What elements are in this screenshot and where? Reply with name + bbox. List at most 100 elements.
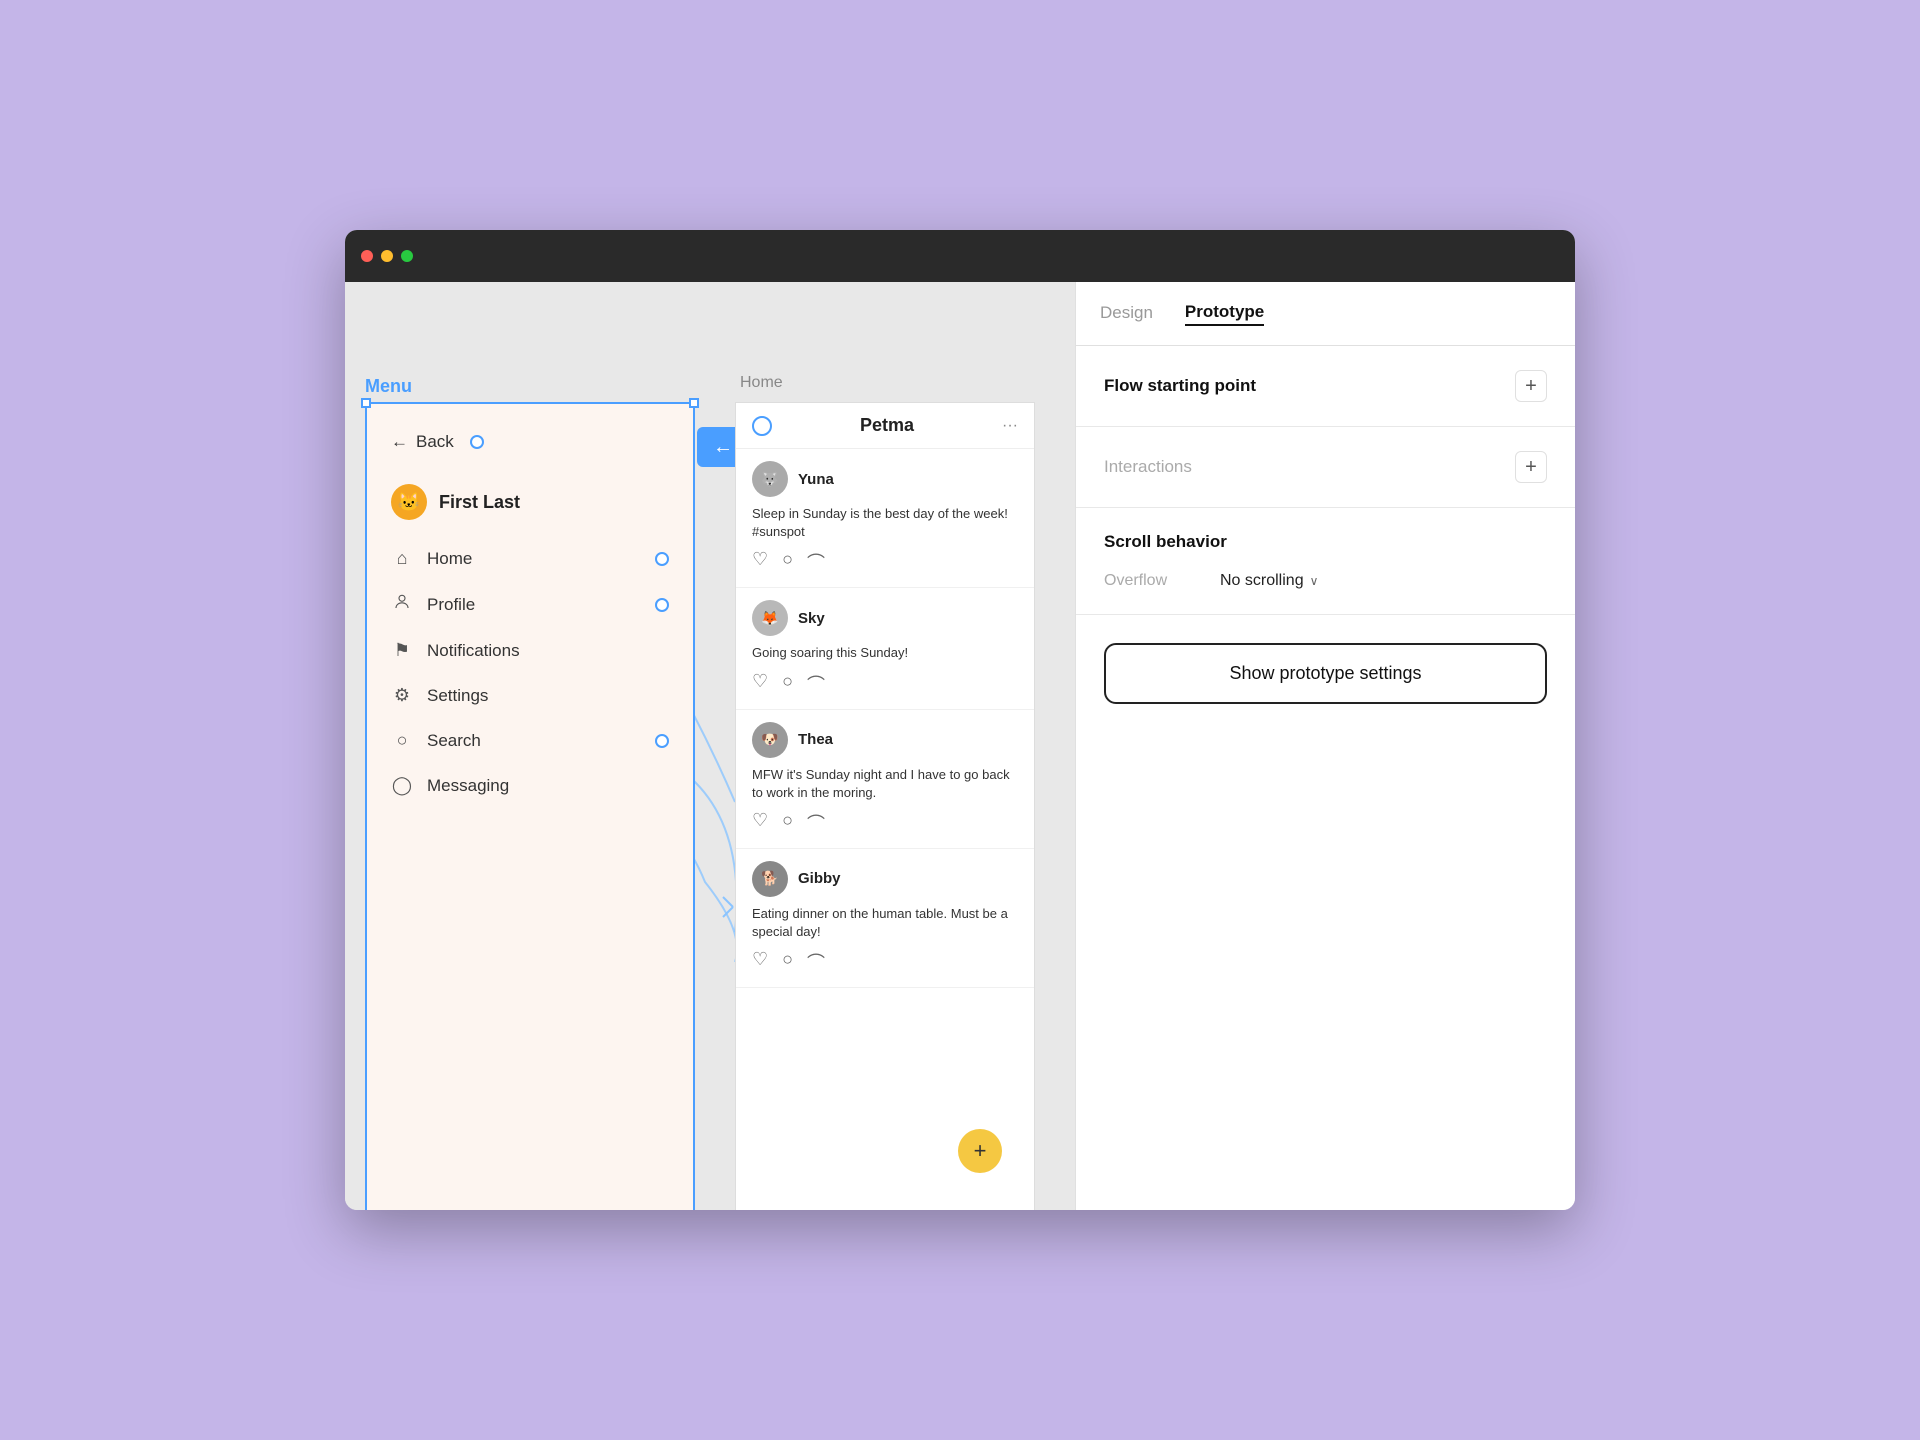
nav-item-settings[interactable]: ⚙ Settings <box>391 685 669 706</box>
nav-label-profile: Profile <box>427 595 475 615</box>
nav-connection-profile <box>655 598 669 612</box>
notifications-icon: ⚑ <box>391 640 413 661</box>
nav-item-messaging[interactable]: ◯ Messaging <box>391 775 669 796</box>
fab-button[interactable]: + <box>958 1129 1002 1173</box>
like-icon[interactable]: ♡ <box>752 549 768 575</box>
nav-label-settings: Settings <box>427 686 488 706</box>
username: First Last <box>439 492 520 513</box>
post-actions-sky: ♡ ○ ⌒ <box>752 671 1018 697</box>
bookmark-icon-sky[interactable]: ⌒ <box>807 671 825 697</box>
post-header-sky: 🦊 Sky <box>752 600 1018 636</box>
bookmark-icon-thea[interactable]: ⌒ <box>807 810 825 836</box>
post-item-yuna: 🐺 Yuna Sleep in Sunday is the best day o… <box>736 449 1034 588</box>
nav-connection-home <box>655 552 669 566</box>
panel-tabs: Design Prototype <box>1076 282 1575 346</box>
overflow-row: Overflow No scrolling ∨ <box>1104 572 1547 590</box>
canvas-area: Home Menu ← Back ← <box>345 282 1075 1210</box>
post-item-thea: 🐶 Thea MFW it's Sunday night and I have … <box>736 710 1034 849</box>
post-username-gibby: Gibby <box>798 870 841 887</box>
app-window: Home Menu ← Back ← <box>345 230 1575 1210</box>
show-prototype-settings-button[interactable]: Show prototype settings <box>1104 643 1547 704</box>
minimize-dot[interactable] <box>381 250 393 262</box>
back-label: Back <box>416 432 454 452</box>
comment-icon-thea[interactable]: ○ <box>782 810 793 836</box>
nav-label-search: Search <box>427 731 481 751</box>
flow-starting-point-title: Flow starting point <box>1104 376 1256 396</box>
menu-content: ← Back ← 🐱 First Last ⌂ Home <box>367 404 693 840</box>
bookmark-icon-gibby[interactable]: ⌒ <box>807 949 825 975</box>
menu-frame-label: Menu <box>365 376 412 397</box>
comment-icon[interactable]: ○ <box>782 549 793 575</box>
comment-icon-gibby[interactable]: ○ <box>782 949 793 975</box>
overflow-label: Overflow <box>1104 572 1204 590</box>
avatar: 🐱 <box>391 484 427 520</box>
post-text-sky: Going soaring this Sunday! <box>752 644 1018 662</box>
interactions-section: Interactions + <box>1076 427 1575 508</box>
chevron-down-icon: ∨ <box>1310 574 1319 588</box>
like-icon-thea[interactable]: ♡ <box>752 810 768 836</box>
like-icon-sky[interactable]: ♡ <box>752 671 768 697</box>
home-header: Petma ··· <box>736 403 1034 449</box>
post-text-yuna: Sleep in Sunday is the best day of the w… <box>752 505 1018 541</box>
post-avatar-yuna: 🐺 <box>752 461 788 497</box>
section-header-interactions: Interactions + <box>1104 451 1547 483</box>
post-username-thea: Thea <box>798 731 833 748</box>
petma-logo: Petma <box>860 415 914 436</box>
title-bar <box>345 230 1575 282</box>
menu-toggle[interactable] <box>752 416 772 436</box>
nav-label-messaging: Messaging <box>427 776 509 796</box>
post-avatar-gibby: 🐕 <box>752 861 788 897</box>
tab-design[interactable]: Design <box>1100 303 1153 325</box>
post-actions-gibby: ♡ ○ ⌒ <box>752 949 1018 975</box>
post-actions-thea: ♡ ○ ⌒ <box>752 810 1018 836</box>
nav-item-home[interactable]: ⌂ Home <box>391 548 669 569</box>
comment-icon-sky[interactable]: ○ <box>782 671 793 697</box>
messaging-icon: ◯ <box>391 775 413 796</box>
scroll-behavior-section: Scroll behavior Overflow No scrolling ∨ <box>1076 508 1575 615</box>
add-flow-button[interactable]: + <box>1515 370 1547 402</box>
post-text-gibby: Eating dinner on the human table. Must b… <box>752 905 1018 941</box>
nav-connection-search <box>655 734 669 748</box>
right-panel: Design Prototype Flow starting point + I… <box>1075 282 1575 1210</box>
home-frame-label: Home <box>740 374 783 392</box>
back-button[interactable]: ← Back ← <box>391 432 669 452</box>
add-interaction-button[interactable]: + <box>1515 451 1547 483</box>
corner-handle-tr[interactable] <box>689 398 699 408</box>
nav-label-notifications: Notifications <box>427 641 520 661</box>
post-actions-yuna: ♡ ○ ⌒ <box>752 549 1018 575</box>
post-header: 🐺 Yuna <box>752 461 1018 497</box>
interactions-title: Interactions <box>1104 457 1192 477</box>
overflow-select[interactable]: No scrolling ∨ <box>1220 572 1318 590</box>
flow-starting-point-section: Flow starting point + <box>1076 346 1575 427</box>
post-text-thea: MFW it's Sunday night and I have to go b… <box>752 766 1018 802</box>
home-icon: ⌂ <box>391 548 413 569</box>
nav-item-search[interactable]: ○ Search <box>391 730 669 751</box>
nav-item-profile[interactable]: Profile <box>391 593 669 616</box>
scroll-behavior-title: Scroll behavior <box>1104 532 1547 552</box>
maximize-dot[interactable] <box>401 250 413 262</box>
section-header-flow: Flow starting point + <box>1104 370 1547 402</box>
nav-label-home: Home <box>427 549 472 569</box>
post-username-yuna: Yuna <box>798 471 834 488</box>
like-icon-gibby[interactable]: ♡ <box>752 949 768 975</box>
post-avatar-thea: 🐶 <box>752 722 788 758</box>
post-header-thea: 🐶 Thea <box>752 722 1018 758</box>
post-item-gibby: 🐕 Gibby Eating dinner on the human table… <box>736 849 1034 988</box>
header-icons: ··· <box>1002 417 1018 435</box>
overflow-value: No scrolling <box>1220 572 1304 590</box>
post-header-gibby: 🐕 Gibby <box>752 861 1018 897</box>
main-content: Home Menu ← Back ← <box>345 282 1575 1210</box>
back-connection-dot <box>470 435 484 449</box>
bookmark-icon[interactable]: ⌒ <box>807 549 825 575</box>
tab-prototype[interactable]: Prototype <box>1185 302 1264 326</box>
search-icon: ○ <box>391 730 413 751</box>
post-avatar-sky: 🦊 <box>752 600 788 636</box>
home-frame: Petma ··· 🐺 Yuna Sleep in Sunday is the … <box>735 402 1035 1210</box>
menu-frame: Menu ← Back ← 🐱 First Last <box>365 402 695 1210</box>
corner-handle-tl[interactable] <box>361 398 371 408</box>
profile-icon <box>391 593 413 616</box>
close-dot[interactable] <box>361 250 373 262</box>
post-username-sky: Sky <box>798 610 825 627</box>
user-profile: 🐱 First Last <box>391 484 669 520</box>
nav-item-notifications[interactable]: ⚑ Notifications <box>391 640 669 661</box>
